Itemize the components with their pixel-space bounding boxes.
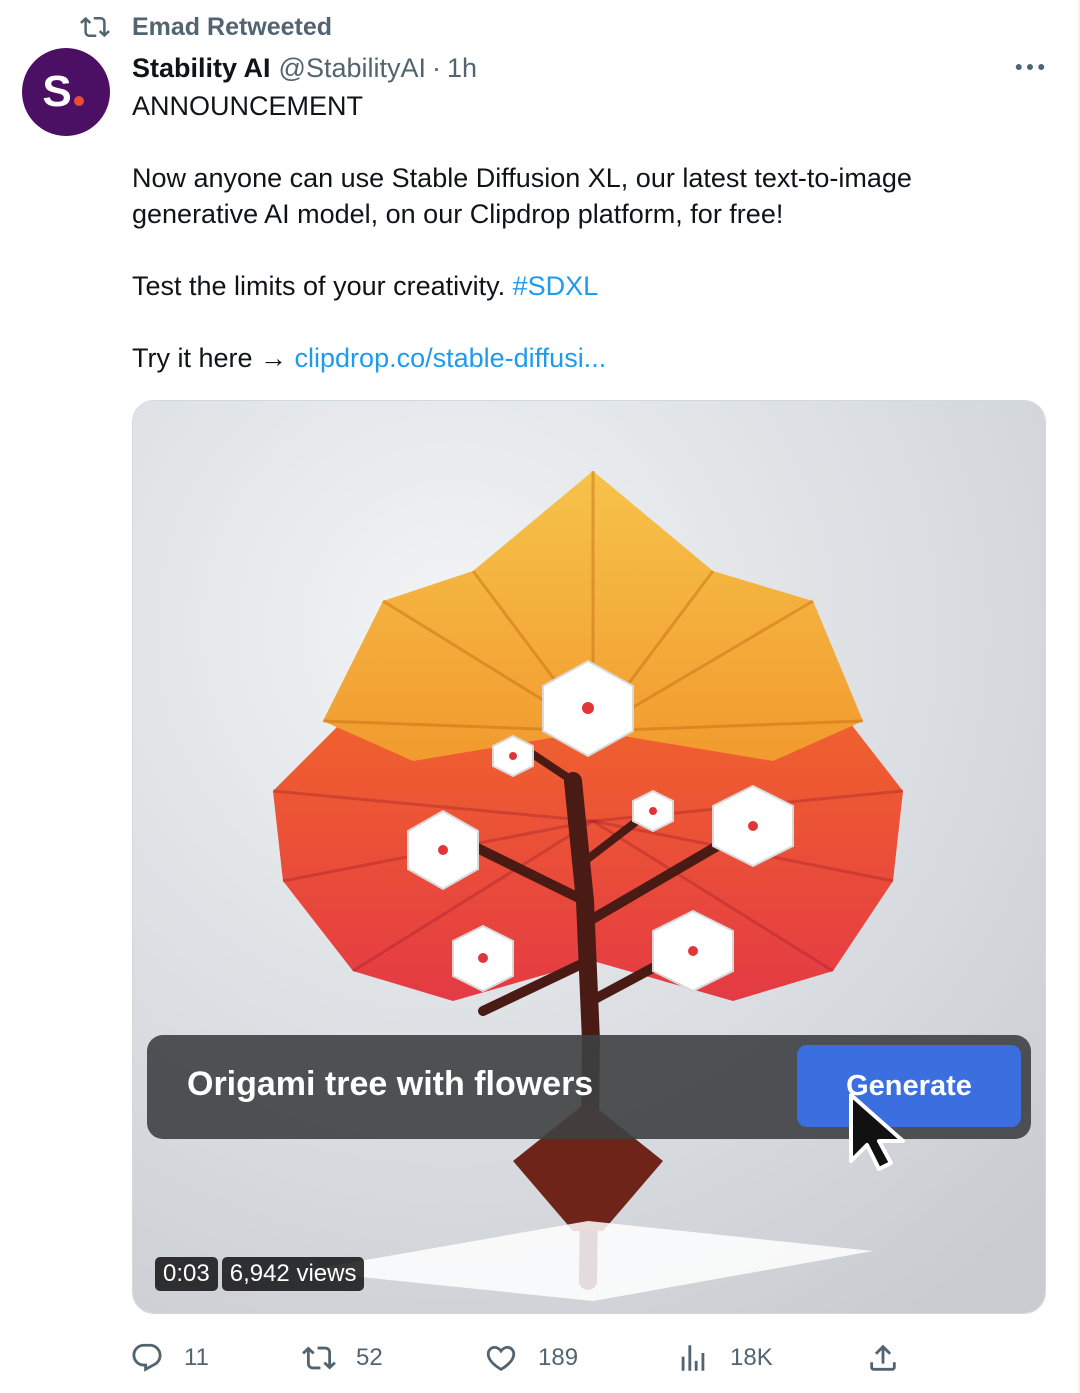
- separator-dot: ·: [432, 52, 441, 83]
- author-name[interactable]: Stability AI: [132, 53, 271, 84]
- like-icon: [486, 1345, 516, 1371]
- reply-icon: [132, 1343, 162, 1372]
- share-button[interactable]: [866, 1336, 900, 1380]
- video-player[interactable]: Origami tree with flowers Generate 0:03 …: [132, 400, 1046, 1314]
- retweet-button[interactable]: 52: [302, 1336, 383, 1380]
- video-badges: 0:03 6,942 views: [155, 1257, 365, 1291]
- creativity-text: Test the limits of your creativity.: [132, 271, 513, 301]
- analytics-icon: [681, 1345, 705, 1371]
- tweet-body: ANNOUNCEMENT Now anyone can use Stable D…: [132, 88, 1032, 376]
- video-duration: 0:03: [155, 1257, 218, 1291]
- cursor-icon: [849, 1093, 905, 1171]
- author-handle[interactable]: @StabilityAI: [279, 53, 426, 84]
- avatar-logo-dot: [73, 96, 84, 106]
- retweet-icon: [302, 1346, 336, 1370]
- like-count: 189: [538, 1344, 579, 1371]
- tweet-actions: 11 52 189 18K: [130, 1336, 910, 1380]
- views-count: 18K: [730, 1344, 773, 1371]
- tweet-line-announcement: ANNOUNCEMENT: [132, 91, 364, 121]
- tweet-line-try: Try it here → clipdrop.co/stable-diffusi…: [132, 340, 1032, 376]
- prompt-text: Origami tree with flowers: [187, 1065, 594, 1103]
- social-context[interactable]: Emad Retweeted: [80, 10, 332, 44]
- more-options-button[interactable]: [1010, 52, 1050, 82]
- retweet-icon: [80, 12, 110, 42]
- tweet-line-main: Now anyone can use Stable Diffusion XL, …: [132, 163, 912, 229]
- analytics-button[interactable]: 18K: [676, 1336, 773, 1380]
- timestamp[interactable]: 1h: [447, 53, 477, 84]
- like-button[interactable]: 189: [484, 1336, 578, 1380]
- retweeted-by-label: Emad Retweeted: [132, 12, 333, 41]
- clipdrop-link[interactable]: clipdrop.co/stable-diffusi...: [295, 343, 607, 373]
- avatar-letter: S: [42, 67, 71, 116]
- retweet-count: 52: [356, 1344, 383, 1371]
- video-views: 6,942 views: [221, 1257, 365, 1291]
- reply-button[interactable]: 11: [130, 1336, 209, 1380]
- tweet-header: Stability AI @StabilityAI · 1h: [132, 50, 477, 86]
- reply-count: 11: [184, 1344, 209, 1371]
- try-text: Try it here →: [132, 343, 295, 373]
- avatar[interactable]: S: [22, 48, 110, 136]
- video-frame-origami-tree: [133, 401, 1045, 1313]
- hashtag-link[interactable]: #SDXL: [513, 271, 599, 301]
- share-icon: [870, 1344, 896, 1371]
- more-icon: [1015, 64, 1045, 70]
- tweet-line-creativity: Test the limits of your creativity. #SDX…: [132, 268, 1032, 304]
